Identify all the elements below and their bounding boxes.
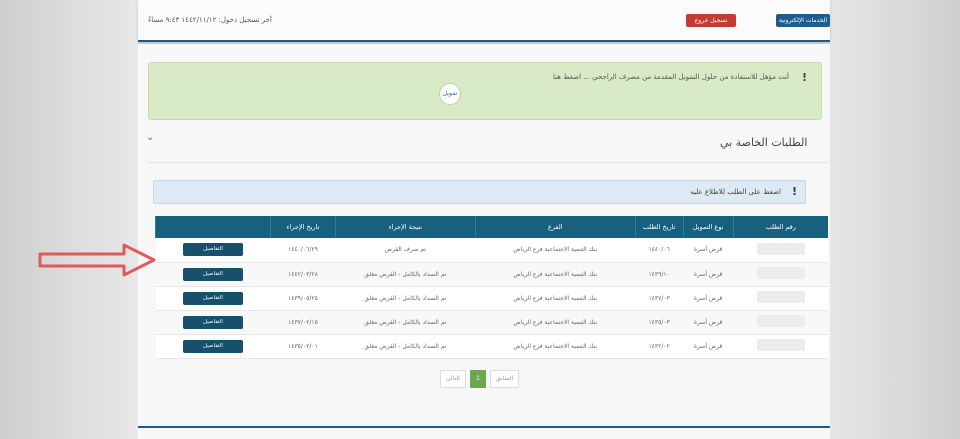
cell-branch: بنك التنمية الاجتماعية فرع الرياض (475, 334, 636, 359)
cell-procedure-date: ١٤٤٠/٠٦/٢٩ (270, 238, 336, 263)
column-header: نوع التمويل (682, 216, 734, 238)
info-bar: ! اضغط على الطلب للاطلاع عليه (153, 180, 806, 204)
last-login-text: آخر تسجيل دخول: ١٤٤٢/١١/١٢ ٩:٤٣ مساءً (148, 16, 272, 24)
right-background (830, 0, 960, 439)
e-services-button[interactable]: الخدمات الإلكترونية (776, 14, 830, 27)
cell-result: تم السداد بالكامل - القرض مغلق (335, 262, 476, 287)
table-row[interactable]: قرض أسرة ١٤٣٩/١٠ بنك التنمية الاجتماعية … (155, 262, 828, 287)
cell-procedure-date: ١٤٣٥/٠٢/٠١ (270, 334, 336, 359)
cell-action: التفاصيل (155, 262, 271, 287)
column-header: تاريخ الإجراء (269, 216, 336, 238)
red-arrow-icon (38, 243, 156, 277)
left-background (0, 0, 138, 439)
cell-result: تم السداد بالكامل - القرض مغلق (335, 334, 476, 359)
request-number-redacted (733, 286, 828, 311)
column-header (155, 216, 271, 238)
cell-branch: بنك التنمية الاجتماعية فرع الرياض (475, 238, 636, 263)
table-row[interactable]: قرض أسرة ١٤٣٧/٠٣ بنك التنمية الاجتماعية … (155, 286, 828, 311)
column-header: نتيجة الإجراء (334, 216, 476, 238)
info-text: اضغط على الطلب للاطلاع عليه (690, 188, 781, 196)
section-title: الطلبات الخاصة بي (720, 136, 808, 149)
cell-action: التفاصيل (155, 286, 271, 311)
cell-type: قرض أسرة (683, 286, 734, 311)
cell-action: التفاصيل (155, 310, 271, 335)
request-number-redacted (733, 238, 828, 263)
column-header: الفرع (474, 216, 636, 238)
financing-notice[interactable]: ! أنت مؤهل للاستفادة من حلول التمويل الم… (148, 62, 822, 120)
pagination-previous[interactable]: السابق (489, 370, 520, 388)
chevron-down-icon[interactable]: ⌄ (146, 132, 154, 143)
notice-text[interactable]: أنت مؤهل للاستفادة من حلول التمويل المقد… (553, 73, 789, 81)
cell-result: تم صرف القرض (335, 238, 476, 263)
cell-date: ١٤٣٥/٠٣ (635, 310, 684, 335)
column-header: رقم الطلب (732, 216, 828, 238)
cell-result: تم السداد بالكامل - القرض مغلق (335, 286, 476, 311)
table-row[interactable]: قرض أسرة ١٤٣٢/٠٢ بنك التنمية الاجتماعية … (155, 334, 828, 359)
cell-branch: بنك التنمية الاجتماعية فرع الرياض (475, 310, 636, 335)
requests-table: رقم الطلب نوع التمويل تاريخ الطلب الفرع … (155, 216, 828, 359)
details-button[interactable]: التفاصيل (182, 339, 243, 353)
cell-branch: بنك التنمية الاجتماعية فرع الرياض (475, 286, 636, 311)
cell-date: ١٤٣٢/٠٢ (635, 334, 684, 359)
details-button[interactable]: التفاصيل (182, 291, 243, 305)
logout-button[interactable]: تسجيل خروج (686, 14, 736, 27)
cell-branch: بنك التنمية الاجتماعية فرع الرياض (475, 262, 636, 287)
details-button[interactable]: التفاصيل (182, 243, 243, 257)
request-number-redacted (733, 310, 828, 335)
details-button[interactable]: التفاصيل (182, 267, 243, 281)
cell-type: قرض أسرة (683, 262, 734, 287)
cell-type: قرض أسرة (683, 334, 734, 359)
cell-date: ١٤٣٩/١٠ (635, 262, 684, 287)
notice-logo: تمويل (439, 83, 461, 105)
cell-action: التفاصيل (155, 238, 271, 263)
request-number-redacted (733, 262, 828, 287)
cell-action: التفاصيل (155, 334, 271, 359)
cell-result: تم السداد بالكامل - القرض مغلق (335, 310, 476, 335)
cell-date: ١٤٣٧/٠٣ (635, 286, 684, 311)
details-button[interactable]: التفاصيل (182, 315, 243, 329)
footer-line (138, 426, 830, 428)
cell-type: قرض أسرة (683, 238, 734, 263)
pagination-current[interactable]: 1 (470, 370, 486, 388)
cell-procedure-date: ١٤٣٩/٠٥/٢٥ (270, 286, 336, 311)
cell-procedure-date: ١٤٣٧/٠٢/١٥ (270, 310, 336, 335)
table-row[interactable]: قرض أسرة ١٤٣٥/٠٣ بنك التنمية الاجتماعية … (155, 310, 828, 335)
cell-type: قرض أسرة (683, 310, 734, 335)
cell-date: ١٤٤٠/٠٦ (635, 238, 684, 263)
column-header: تاريخ الطلب (634, 216, 684, 238)
pagination: السابق 1 التالي (440, 370, 520, 388)
divider (148, 162, 828, 163)
cell-procedure-date: ١٤٤٢/٠٣/٢٨ (270, 262, 336, 287)
table-row[interactable]: قرض أسرة ١٤٤٠/٠٦ بنك التنمية الاجتماعية … (155, 238, 828, 263)
exclamation-icon: ! (801, 71, 807, 84)
request-number-redacted (733, 334, 828, 359)
exclamation-icon: ! (791, 185, 797, 198)
pagination-next[interactable]: التالي (440, 370, 466, 388)
